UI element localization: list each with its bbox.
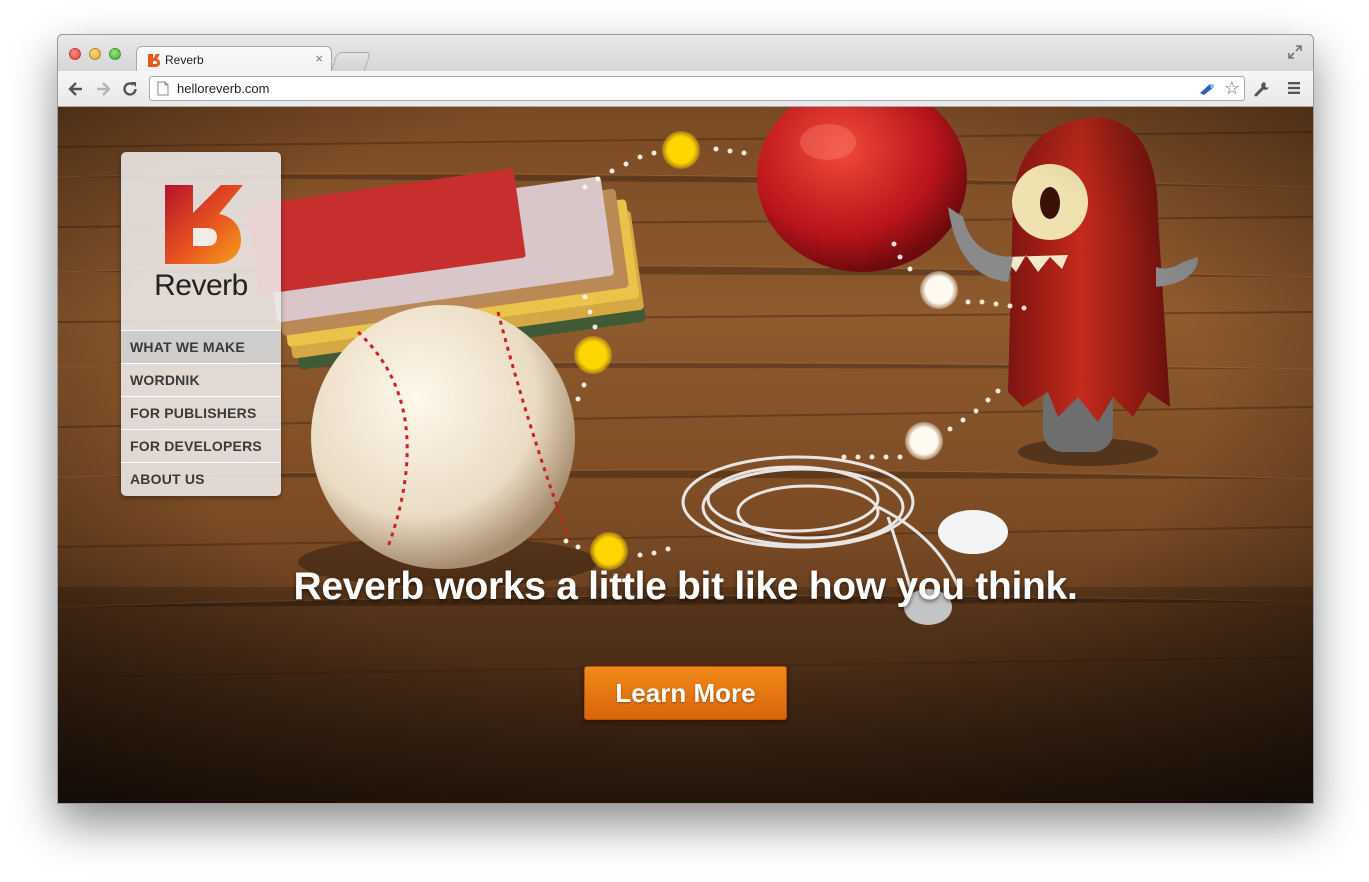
browser-window: Reverb × helloreverb.com ☆ Reverb WHAT W… (57, 34, 1314, 804)
bookmark-star-icon[interactable]: ☆ (1224, 78, 1240, 98)
page-icon (157, 81, 169, 96)
wrench-icon[interactable] (1254, 79, 1272, 97)
minimize-window-button[interactable] (89, 48, 101, 60)
url-text: helloreverb.com (177, 81, 270, 96)
nav-item-for-publishers[interactable]: FOR PUBLISHERS (121, 396, 281, 429)
address-bar[interactable]: helloreverb.com ☆ (149, 76, 1245, 101)
close-window-button[interactable] (69, 48, 81, 60)
nav-item-what-we-make[interactable]: WHAT WE MAKE (121, 330, 281, 363)
nav-item-about-us[interactable]: ABOUT US (121, 462, 281, 495)
learn-more-button[interactable]: Learn More (584, 666, 787, 720)
back-arrow-icon[interactable] (66, 79, 86, 99)
reverb-favicon-icon (148, 54, 160, 67)
nav-item-for-developers[interactable]: FOR DEVELOPERS (121, 429, 281, 462)
reload-icon[interactable] (120, 79, 140, 99)
tab-reverb[interactable]: Reverb × (136, 46, 332, 72)
tab-strip: Reverb × (58, 35, 1313, 72)
zoom-window-button[interactable] (109, 48, 121, 60)
site-nav-panel: Reverb WHAT WE MAKE WORDNIK FOR PUBLISHE… (121, 152, 281, 496)
hero-headline: Reverb works a little bit like how you t… (293, 565, 1078, 608)
browser-toolbar: helloreverb.com ☆ (58, 71, 1313, 107)
tab-close-icon[interactable]: × (315, 51, 323, 66)
fullscreen-icon[interactable] (1287, 44, 1303, 60)
page-content: Reverb WHAT WE MAKE WORDNIK FOR PUBLISHE… (58, 107, 1313, 803)
extension-icon[interactable] (1198, 82, 1216, 96)
forward-arrow-icon[interactable] (93, 79, 113, 99)
reverb-logo-icon[interactable] (163, 184, 243, 264)
main-nav: WHAT WE MAKE WORDNIK FOR PUBLISHERS FOR … (121, 330, 281, 495)
menu-icon[interactable] (1287, 81, 1301, 95)
tab-title: Reverb (165, 53, 204, 67)
reverb-logo-text[interactable]: Reverb (121, 269, 281, 303)
nav-item-wordnik[interactable]: WORDNIK (121, 363, 281, 396)
new-tab-button[interactable] (330, 52, 372, 71)
